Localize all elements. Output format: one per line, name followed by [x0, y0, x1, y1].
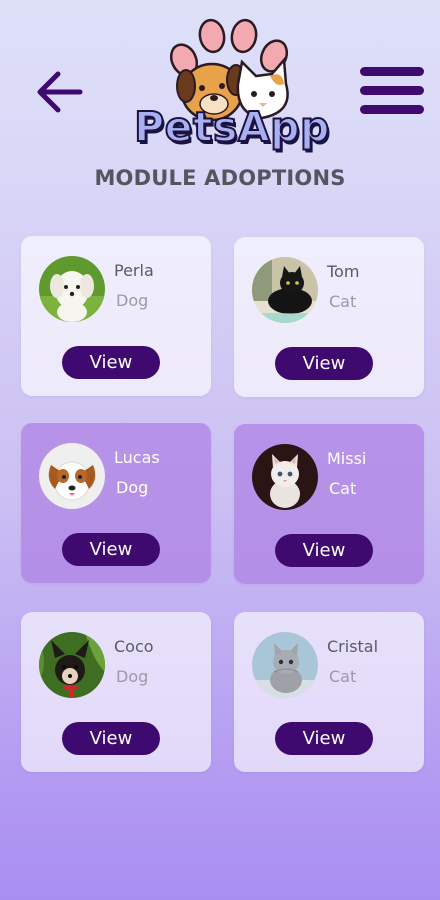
- app-header: PetsApp MODULE ADOPTIONS: [0, 0, 440, 210]
- pet-name: Perla: [114, 261, 154, 280]
- arrow-left-icon: [37, 71, 83, 113]
- app-name: PetsApp: [133, 102, 330, 152]
- white-kitten-photo-icon: [252, 444, 318, 510]
- pet-name: Coco: [114, 637, 154, 656]
- pet-avatar: [39, 632, 105, 698]
- view-button-coco[interactable]: View: [62, 722, 160, 755]
- black-cat-photo-icon: [252, 257, 318, 323]
- menu-button[interactable]: [358, 64, 426, 118]
- pet-name: Missi: [327, 449, 367, 468]
- pet-avatar: [252, 444, 318, 510]
- white-dog-photo-icon: [39, 256, 105, 322]
- back-button[interactable]: [34, 66, 86, 118]
- pet-type: Cat: [329, 479, 357, 498]
- pet-card-lucas[interactable]: Lucas Dog View: [21, 423, 211, 583]
- pet-card-cristal[interactable]: Cristal Cat View: [234, 612, 424, 772]
- chihuahua-dog-photo-icon: [39, 632, 105, 698]
- brown-white-dog-photo-icon: [39, 443, 105, 509]
- view-button-lucas[interactable]: View: [62, 533, 160, 566]
- pet-avatar: [39, 443, 105, 509]
- pet-type: Dog: [116, 667, 149, 686]
- pet-card-missi[interactable]: Missi Cat View: [234, 424, 424, 584]
- pet-avatar: [252, 632, 318, 698]
- pet-card-perla[interactable]: Perla Dog View: [21, 236, 211, 396]
- page-title: MODULE ADOPTIONS: [94, 166, 346, 190]
- hamburger-menu-icon: [360, 67, 424, 114]
- view-button-perla[interactable]: View: [62, 346, 160, 379]
- pet-name: Cristal: [327, 637, 379, 656]
- pet-name: Lucas: [114, 448, 160, 467]
- view-button-cristal[interactable]: View: [275, 722, 373, 755]
- pet-avatar: [252, 257, 318, 323]
- pet-card-coco[interactable]: Coco Dog View: [21, 612, 211, 772]
- view-button-tom[interactable]: View: [275, 347, 373, 380]
- pet-type: Dog: [116, 291, 149, 310]
- pet-type: Cat: [329, 667, 357, 686]
- pet-type: Dog: [116, 478, 149, 497]
- pet-avatar: [39, 256, 105, 322]
- view-button-missi[interactable]: View: [275, 534, 373, 567]
- pet-card-tom[interactable]: Tom Cat View: [234, 237, 424, 397]
- grey-kitten-photo-icon: [252, 632, 318, 698]
- pet-type: Cat: [329, 292, 357, 311]
- pet-name: Tom: [327, 262, 360, 281]
